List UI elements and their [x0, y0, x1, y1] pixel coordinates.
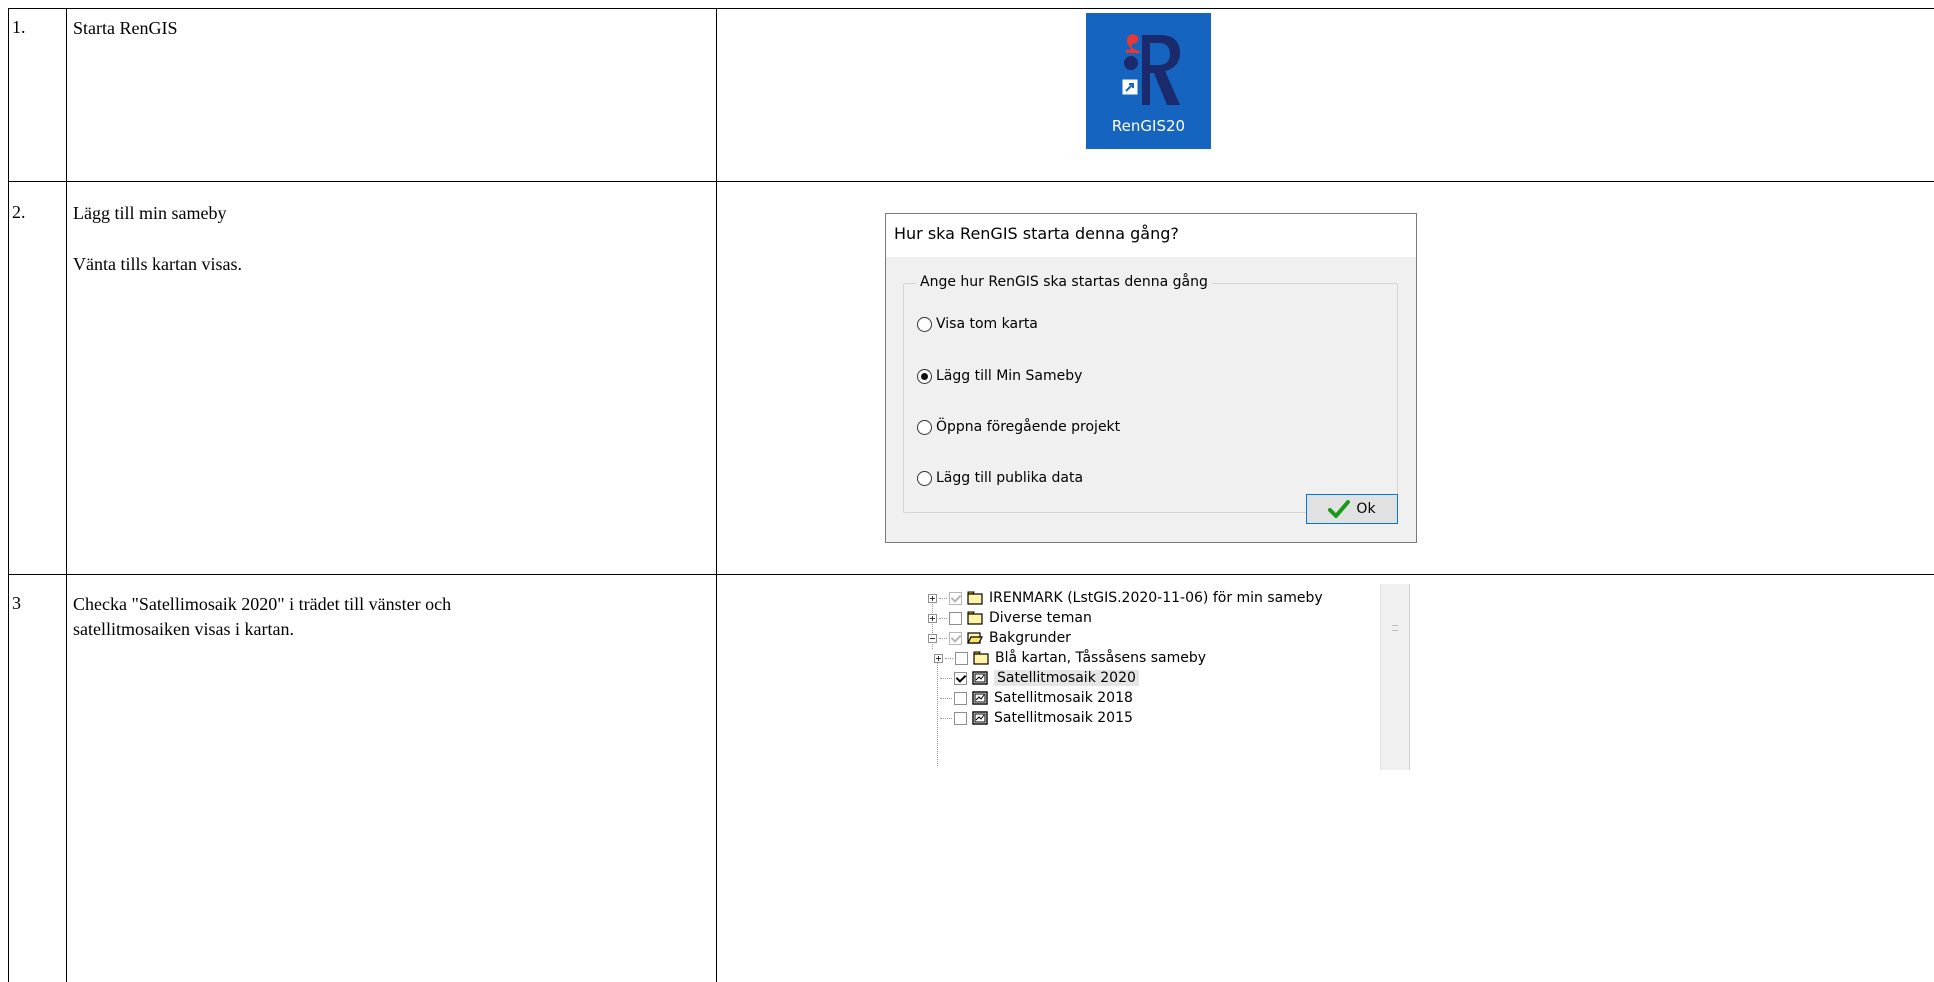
- tree-scrollbar[interactable]: [1380, 584, 1410, 770]
- green-checkmark-icon: [1328, 500, 1351, 518]
- tree-node-diverse-teman[interactable]: Diverse teman: [928, 608, 1092, 628]
- layer-checkbox[interactable]: [954, 691, 967, 705]
- layer-checkbox[interactable]: [949, 611, 962, 625]
- step-number: 2.: [12, 202, 26, 222]
- tree-connector: [940, 717, 952, 719]
- radio-button[interactable]: [917, 470, 932, 486]
- folder-closed-icon: [967, 611, 983, 625]
- layer-checkbox[interactable]: [955, 651, 968, 665]
- radio-button[interactable]: [917, 316, 932, 332]
- raster-layer-icon: [972, 691, 988, 705]
- ok-button[interactable]: Ok: [1306, 494, 1398, 524]
- layer-checkbox[interactable]: [949, 631, 962, 645]
- radio-button-selected[interactable]: [917, 368, 932, 384]
- layer-checkbox[interactable]: [954, 711, 967, 725]
- column-divider: [716, 8, 717, 982]
- group-label: Ange hur RenGIS ska startas denna gång: [916, 274, 1212, 290]
- tree-connector: [940, 697, 952, 699]
- desktop-icon-label: RenGIS20: [1111, 117, 1186, 135]
- step-number: 1.: [12, 17, 26, 37]
- tree-connector: [939, 617, 947, 619]
- ok-button-label: Ok: [1356, 501, 1376, 517]
- table-border-left: [8, 8, 9, 982]
- startup-dialog: Hur ska RenGIS starta denna gång? Ange h…: [885, 213, 1417, 543]
- startup-options-group: Ange hur RenGIS ska startas denna gång V…: [903, 274, 1398, 513]
- expand-icon[interactable]: [928, 613, 937, 623]
- tree-node-label: IRENMARK (LstGIS.2020-11-06) för min sam…: [989, 590, 1323, 606]
- option-label: Öppna föregående projekt: [936, 419, 1121, 435]
- tree-node-label: Satellitmosaik 2015: [994, 710, 1133, 726]
- step-text: Lägg till min sameby: [73, 203, 227, 223]
- option-label: Lägg till publika data: [936, 470, 1084, 486]
- rengis-desktop-icon[interactable]: RenGIS20: [1086, 13, 1211, 149]
- tree-node-label: Satellitmosaik 2018: [994, 690, 1133, 706]
- tree-node-satellitmosaik-2015[interactable]: Satellitmosaik 2015: [938, 708, 1133, 728]
- table-border-top: [8, 8, 1934, 9]
- collapse-icon[interactable]: [928, 633, 937, 643]
- layer-checkbox-checked[interactable]: [954, 671, 967, 685]
- radio-button[interactable]: [917, 419, 932, 435]
- layer-checkbox[interactable]: [949, 591, 962, 605]
- folder-closed-icon: [967, 591, 983, 605]
- raster-layer-icon: [972, 711, 988, 725]
- tree-node-irenmark[interactable]: IRENMARK (LstGIS.2020-11-06) för min sam…: [928, 588, 1323, 608]
- step-text: Vänta tills kartan visas.: [73, 254, 242, 274]
- tree-connector: [939, 637, 947, 639]
- tree-connector: [945, 657, 953, 659]
- dialog-title: Hur ska RenGIS starta denna gång?: [886, 214, 1416, 257]
- tree-node-label: Diverse teman: [989, 610, 1092, 626]
- step-text: satellitmosaiken visas i kartan.: [73, 619, 294, 639]
- option-label: Lägg till Min Sameby: [936, 368, 1083, 384]
- raster-layer-icon: [972, 671, 988, 685]
- tree-connector: [939, 597, 947, 599]
- tree-connector: [940, 677, 952, 679]
- row-divider: [8, 574, 1934, 575]
- step-text: Checka "Satellimosaik 2020" i trädet til…: [73, 594, 452, 614]
- tree-node-bla-kartan[interactable]: Blå kartan, Tåssåsens sameby: [934, 648, 1206, 668]
- option-label: Visa tom karta: [936, 316, 1038, 332]
- tree-node-label: Bakgrunder: [989, 630, 1071, 646]
- folder-closed-icon: [973, 651, 989, 665]
- rengis-app-icon: [1121, 34, 1180, 105]
- step-number: 3: [12, 593, 21, 613]
- option-lagg-till-min-sameby[interactable]: Lägg till Min Sameby: [917, 366, 1082, 386]
- column-divider: [66, 8, 67, 982]
- scrollbar-grip[interactable]: [1392, 625, 1398, 631]
- tree-node-label-selected: Satellitmosaik 2020: [994, 670, 1139, 686]
- tree-node-label: Blå kartan, Tåssåsens sameby: [995, 650, 1207, 666]
- layer-tree: IRENMARK (LstGIS.2020-11-06) för min sam…: [928, 584, 1368, 770]
- option-visa-tom-karta[interactable]: Visa tom karta: [917, 314, 1038, 334]
- step-text: Starta RenGIS: [73, 18, 178, 38]
- tree-node-satellitmosaik-2018[interactable]: Satellitmosaik 2018: [938, 688, 1133, 708]
- folder-open-icon: [967, 632, 983, 644]
- option-oppna-foregaende-projekt[interactable]: Öppna föregående projekt: [917, 417, 1120, 437]
- option-lagg-till-publika-data[interactable]: Lägg till publika data: [917, 468, 1083, 488]
- tree-node-bakgrunder[interactable]: Bakgrunder: [928, 628, 1071, 648]
- tree-node-satellitmosaik-2020[interactable]: Satellitmosaik 2020: [938, 668, 1139, 688]
- expand-icon[interactable]: [928, 593, 937, 603]
- row-divider: [8, 181, 1934, 182]
- expand-icon[interactable]: [934, 653, 943, 663]
